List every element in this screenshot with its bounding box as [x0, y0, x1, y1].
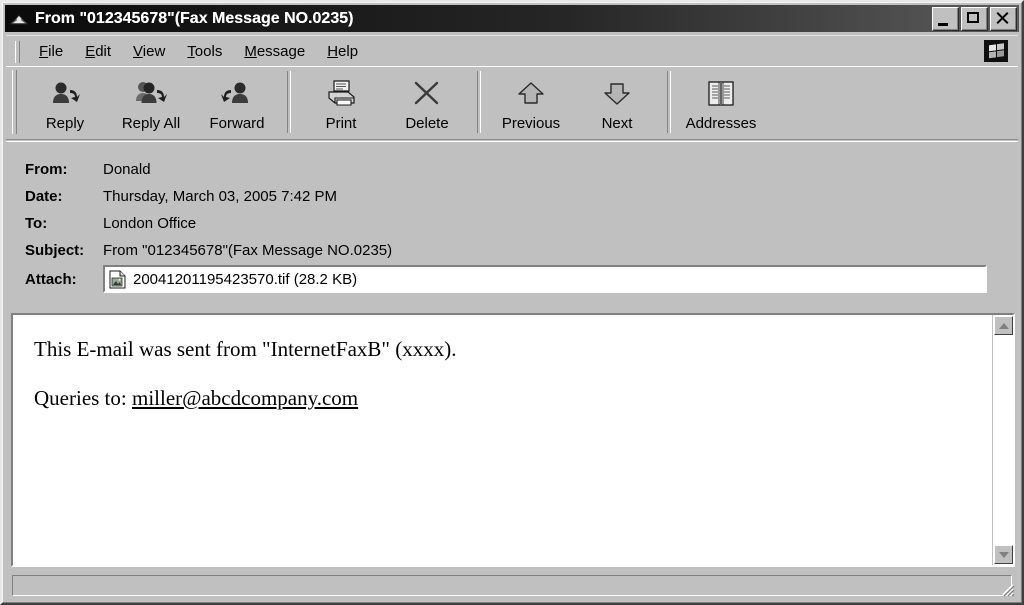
- attachment-name[interactable]: 20041201195423570.tif (28.2 KB): [133, 271, 357, 288]
- menu-view-accel: V: [133, 43, 143, 60]
- email-link[interactable]: miller@abcdcompany.com: [132, 386, 358, 410]
- menu-file-accel: F: [39, 43, 49, 60]
- menu-edit-accel: E: [85, 43, 96, 60]
- menu-item-file[interactable]: File: [28, 40, 74, 63]
- message-window: From "012345678"(Fax Message NO.0235) Fi…: [0, 0, 1024, 605]
- header-row-subject: Subject: From "012345678"(Fax Message NO…: [6, 237, 1018, 264]
- menu-help-accel: H: [327, 43, 339, 60]
- reply-button[interactable]: Reply: [22, 68, 108, 136]
- message-body-text[interactable]: This E-mail was sent from "InternetFaxB"…: [13, 315, 991, 565]
- toolbar-separator-3: [667, 71, 671, 133]
- tif-file-icon: [109, 270, 126, 289]
- forward-button[interactable]: Forward: [194, 68, 280, 136]
- toolbar-separator-2: [477, 71, 481, 133]
- status-text: [12, 575, 1012, 596]
- menu-message-rest: essage: [256, 43, 306, 60]
- print-button[interactable]: Print: [298, 68, 384, 136]
- message-body-pane: This E-mail was sent from "InternetFaxB"…: [11, 313, 1015, 567]
- close-button[interactable]: [990, 6, 1017, 31]
- windows-messenger-logo-icon[interactable]: [981, 38, 1011, 64]
- date-label: Date:: [25, 188, 63, 205]
- minimize-button[interactable]: [932, 6, 959, 31]
- previous-label: Previous: [501, 115, 561, 132]
- menu-help-rest: elp: [338, 43, 359, 60]
- reply-all-icon: [131, 74, 171, 114]
- maximize-button[interactable]: [961, 6, 988, 31]
- chevron-up-icon: [998, 322, 1009, 329]
- menu-item-message[interactable]: Message: [233, 40, 316, 63]
- reply-label: Reply: [45, 115, 85, 132]
- delete-x-icon: [407, 74, 447, 114]
- menu-item-edit[interactable]: Edit: [74, 40, 122, 63]
- reply-icon: [45, 74, 85, 114]
- menu-item-tools[interactable]: Tools: [176, 40, 233, 63]
- forward-label: Forward: [209, 115, 265, 132]
- date-value: Thursday, March 03, 2005 7:42 PM: [103, 188, 338, 205]
- addresses-label: Addresses: [685, 115, 757, 132]
- body-line-1: This E-mail was sent from "InternetFaxB"…: [34, 337, 457, 361]
- menu-edit-rest: dit: [95, 43, 112, 60]
- delete-label: Delete: [405, 115, 449, 132]
- delete-button[interactable]: Delete: [384, 68, 470, 136]
- subject-label: Subject:: [25, 242, 85, 259]
- header-row-attach: Attach: 20041201195423570.tif (28.2 KB): [6, 264, 1018, 294]
- header-row-to: To: London Office: [6, 210, 1018, 237]
- to-value: London Office: [103, 215, 197, 232]
- reply-all-button[interactable]: Reply All: [108, 68, 194, 136]
- previous-button[interactable]: Previous: [488, 68, 574, 136]
- message-header-pane: From: Donald Date: Thursday, March 03, 2…: [6, 141, 1018, 308]
- menu-tools-rest: ools: [194, 43, 223, 60]
- envelope-icon: [9, 11, 29, 26]
- attach-label: Attach:: [25, 270, 77, 288]
- menu-file-rest: ile: [48, 43, 64, 60]
- attachment-list[interactable]: 20041201195423570.tif (28.2 KB): [103, 265, 987, 293]
- body-vertical-scrollbar[interactable]: [992, 315, 1013, 565]
- body-line-2-prefix: Queries to:: [34, 386, 132, 410]
- forward-icon: [217, 74, 257, 114]
- header-row-from: From: Donald: [6, 156, 1018, 183]
- toolbar: Reply Reply All Forward Print Delete Pre…: [6, 66, 1018, 140]
- printer-icon: [321, 74, 361, 114]
- scroll-up-button[interactable]: [994, 316, 1013, 335]
- menu-view-rest: iew: [142, 43, 166, 60]
- menu-bar: File Edit View Tools Message Help: [6, 35, 1018, 67]
- window-title: From "012345678"(Fax Message NO.0235): [35, 9, 354, 27]
- next-button[interactable]: Next: [574, 68, 660, 136]
- to-label: To:: [25, 215, 48, 232]
- subject-value: From "012345678"(Fax Message NO.0235): [103, 242, 393, 259]
- toolbar-drag-grip[interactable]: [12, 70, 17, 134]
- title-bar[interactable]: From "012345678"(Fax Message NO.0235): [5, 5, 1019, 32]
- next-label: Next: [601, 115, 633, 132]
- reply-all-label: Reply All: [121, 115, 181, 132]
- menu-tools-accel: T: [187, 43, 195, 60]
- from-value: Donald: [103, 161, 151, 178]
- status-bar: [6, 572, 1018, 599]
- menu-item-view[interactable]: View: [122, 40, 176, 63]
- address-book-icon: [701, 74, 741, 114]
- arrow-down-icon: [597, 74, 637, 114]
- resize-grip[interactable]: [999, 581, 1015, 597]
- menu-item-help[interactable]: Help: [316, 40, 369, 63]
- menu-message-accel: M: [244, 43, 257, 60]
- arrow-up-icon: [511, 74, 551, 114]
- body-line-2: Queries to: miller@abcdcompany.com: [34, 388, 991, 409]
- from-label: From:: [25, 161, 68, 178]
- chevron-down-icon: [998, 551, 1009, 558]
- window-inner-frame: From "012345678"(Fax Message NO.0235) Fi…: [2, 2, 1022, 603]
- toolbar-separator-1: [287, 71, 291, 133]
- menubar-drag-grip[interactable]: [15, 40, 20, 63]
- addresses-button[interactable]: Addresses: [678, 68, 764, 136]
- print-label: Print: [325, 115, 357, 132]
- header-row-date: Date: Thursday, March 03, 2005 7:42 PM: [6, 183, 1018, 210]
- scroll-down-button[interactable]: [994, 545, 1013, 564]
